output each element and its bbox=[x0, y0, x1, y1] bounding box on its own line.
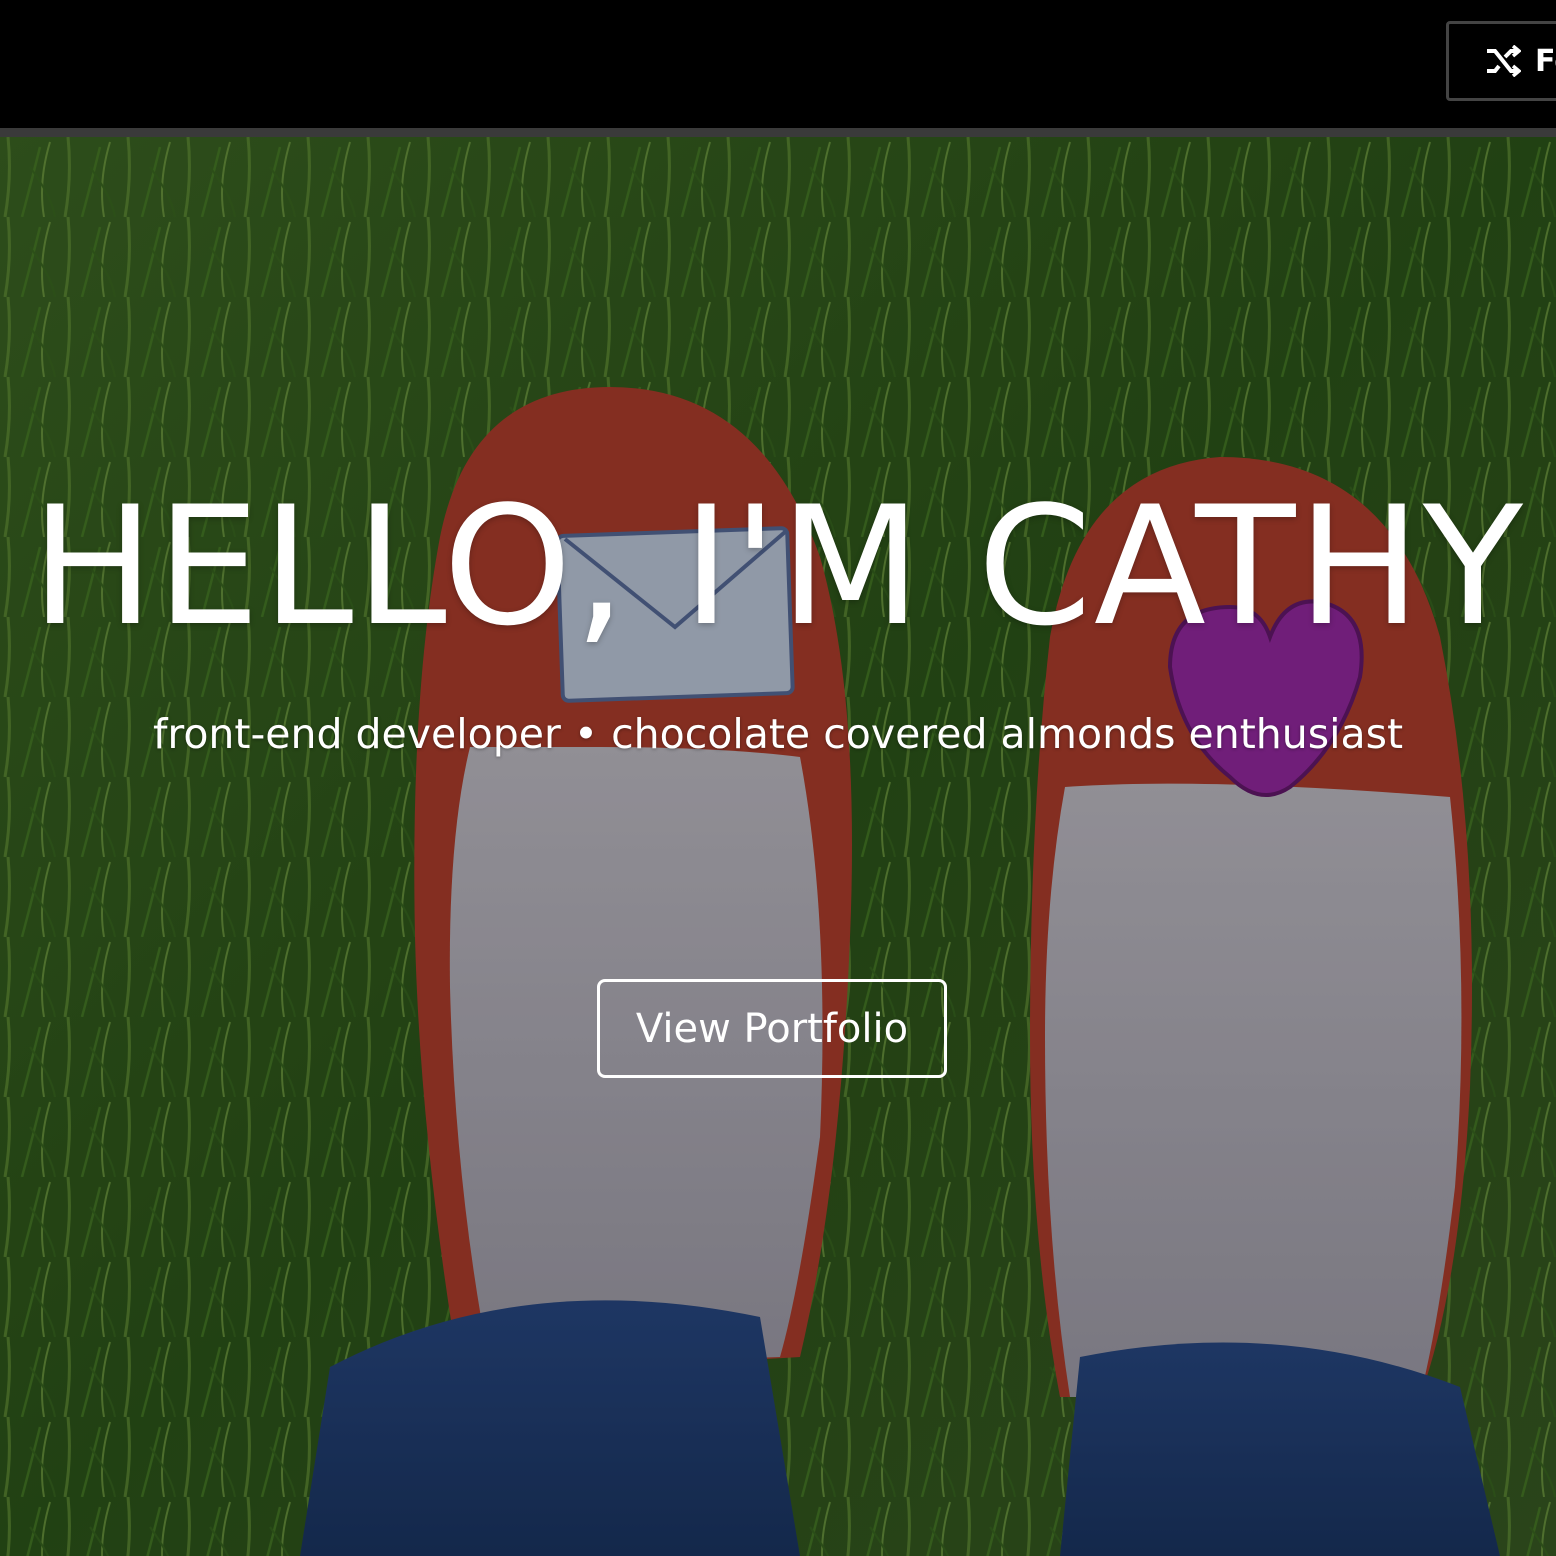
fork-button[interactable]: Fork bbox=[1446, 21, 1556, 101]
fork-button-label: Fork bbox=[1535, 43, 1556, 79]
hero-section: HELLO, I'M CATHY front-end developer • c… bbox=[0, 137, 1556, 1556]
shuffle-icon bbox=[1487, 45, 1521, 77]
view-portfolio-button[interactable]: View Portfolio bbox=[597, 979, 947, 1078]
top-bar: Fork bbox=[0, 0, 1556, 137]
hero-overlay bbox=[0, 137, 1556, 1556]
hero-title: HELLO, I'M CATHY bbox=[31, 471, 1525, 662]
hero-subtitle: front-end developer • chocolate covered … bbox=[152, 710, 1404, 758]
